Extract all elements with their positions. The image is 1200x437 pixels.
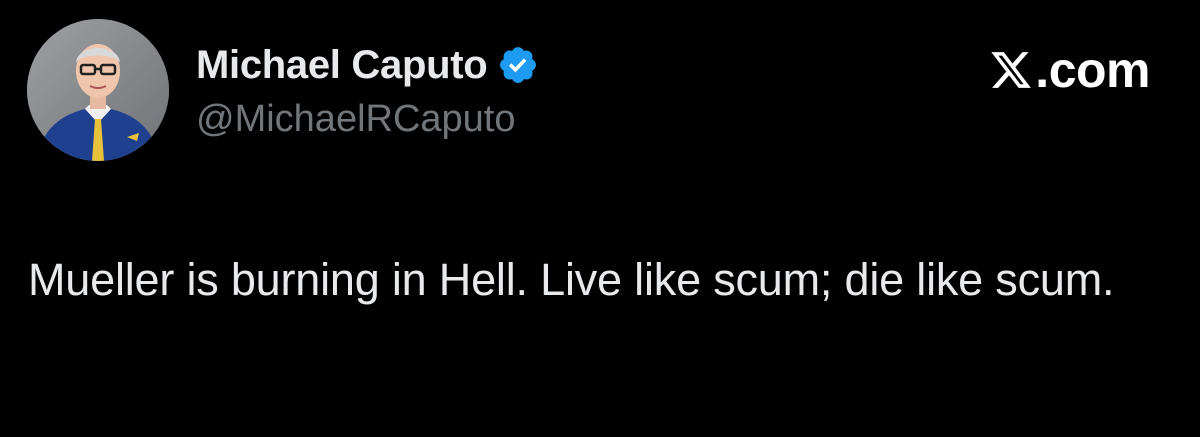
x-logo-icon [989, 47, 1033, 93]
display-name-row: Michael Caputo [196, 39, 539, 91]
tweet-text: Mueller is burning in Hell. Live like sc… [28, 254, 1115, 305]
profile-photo-icon [27, 19, 169, 161]
display-name[interactable]: Michael Caputo [196, 43, 488, 88]
brand-watermark: .com [989, 40, 1150, 100]
verified-badge-icon [497, 44, 539, 86]
user-handle[interactable]: @MichaelRCaputo [196, 98, 516, 141]
tweet-card: Michael Caputo @MichaelRCaputo .com Muel… [0, 0, 1200, 437]
brand-domain-text: .com [1035, 42, 1150, 98]
avatar[interactable] [27, 19, 169, 161]
